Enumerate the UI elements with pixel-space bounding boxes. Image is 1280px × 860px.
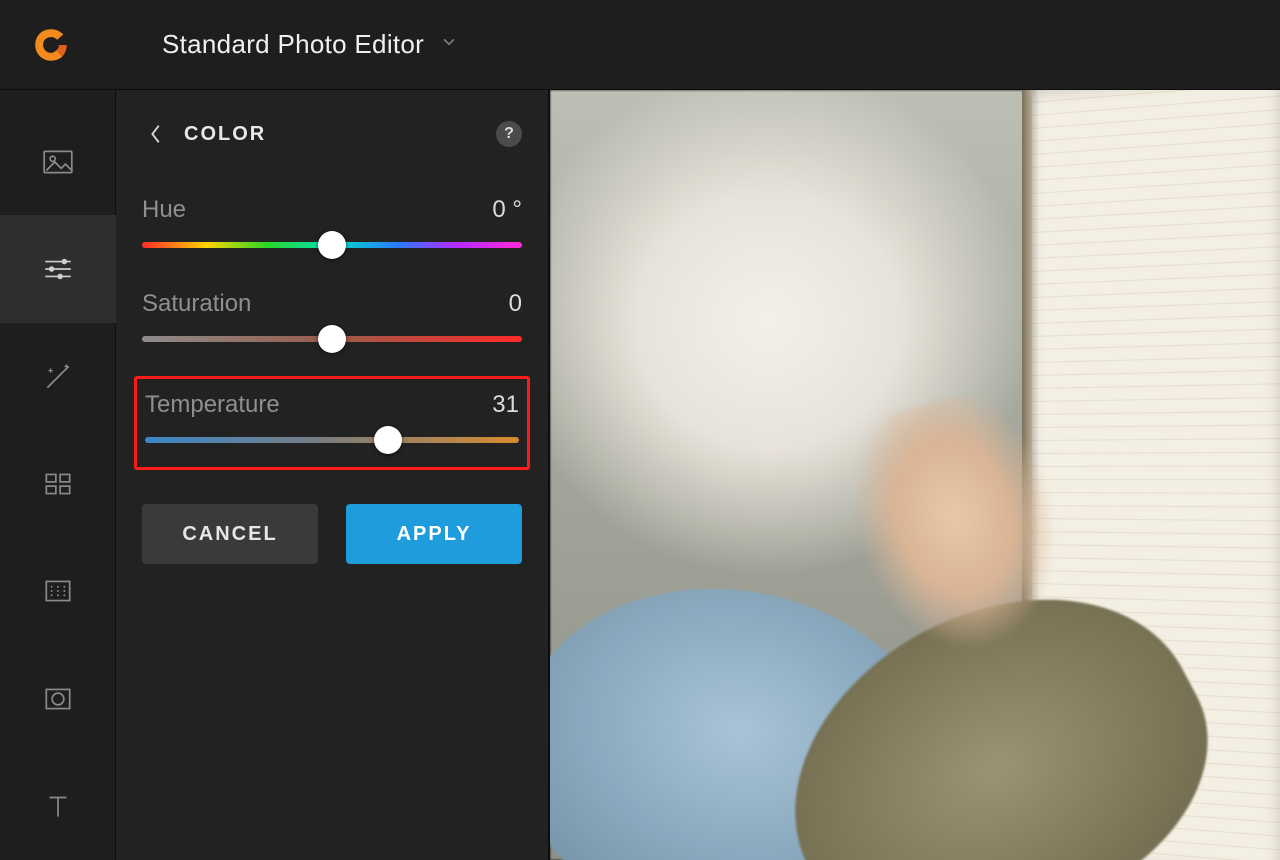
- sliders-group: Hue 0 ° Saturation 0: [142, 188, 522, 470]
- app-body: COLOR ? Hue 0 ° Saturation 0: [0, 90, 1280, 860]
- app-title-dropdown[interactable]: [440, 33, 458, 56]
- app-logo-icon: [30, 24, 72, 66]
- back-button[interactable]: [142, 120, 170, 148]
- temperature-slider-thumb[interactable]: [374, 426, 402, 454]
- sliders-tool-icon: [41, 252, 75, 286]
- layout-tool[interactable]: [0, 430, 116, 537]
- saturation-slider-thumb[interactable]: [318, 325, 346, 353]
- adjust-tool[interactable]: [0, 215, 116, 322]
- tool-rail: [0, 90, 116, 860]
- hue-slider-track[interactable]: [142, 242, 522, 248]
- magic-wand-tool-icon: [41, 360, 75, 394]
- resize-tool[interactable]: [0, 538, 116, 645]
- saturation-slider-track[interactable]: [142, 336, 522, 342]
- edited-photo: [550, 90, 1280, 860]
- hue-value: 0 °: [492, 196, 522, 224]
- saturation-label: Saturation: [142, 290, 251, 318]
- temperature-slider-track[interactable]: [145, 437, 519, 443]
- saturation-value: 0: [509, 290, 522, 318]
- saturation-slider-block: Saturation 0: [142, 282, 522, 358]
- help-button[interactable]: ?: [496, 121, 522, 147]
- app-root: Standard Photo Editor: [0, 0, 1280, 860]
- apply-button[interactable]: APPLY: [346, 504, 522, 564]
- color-panel: COLOR ? Hue 0 ° Saturation 0: [116, 90, 550, 860]
- text-tool[interactable]: [0, 753, 116, 860]
- hue-slider-block: Hue 0 °: [142, 188, 522, 264]
- image-canvas[interactable]: [550, 90, 1280, 860]
- grid-tool-icon: [41, 467, 75, 501]
- image-tool[interactable]: [0, 108, 116, 215]
- panel-title: COLOR: [184, 123, 266, 146]
- matrix-tool-icon: [41, 574, 75, 608]
- vignette-tool[interactable]: [0, 645, 116, 752]
- temperature-label: Temperature: [145, 391, 280, 419]
- hue-label: Hue: [142, 196, 186, 224]
- cancel-button[interactable]: CANCEL: [142, 504, 318, 564]
- temperature-value: 31: [492, 391, 519, 419]
- app-title: Standard Photo Editor: [162, 29, 424, 60]
- top-bar: Standard Photo Editor: [0, 0, 1280, 90]
- panel-buttons: CANCEL APPLY: [142, 504, 522, 564]
- panel-header: COLOR ?: [142, 110, 522, 158]
- image-tool-icon: [41, 145, 75, 179]
- hue-slider-thumb[interactable]: [318, 231, 346, 259]
- circle-crop-tool-icon: [41, 682, 75, 716]
- text-tool-icon: [41, 789, 75, 823]
- temperature-slider-block: Temperature 31: [134, 376, 530, 470]
- effects-tool[interactable]: [0, 323, 116, 430]
